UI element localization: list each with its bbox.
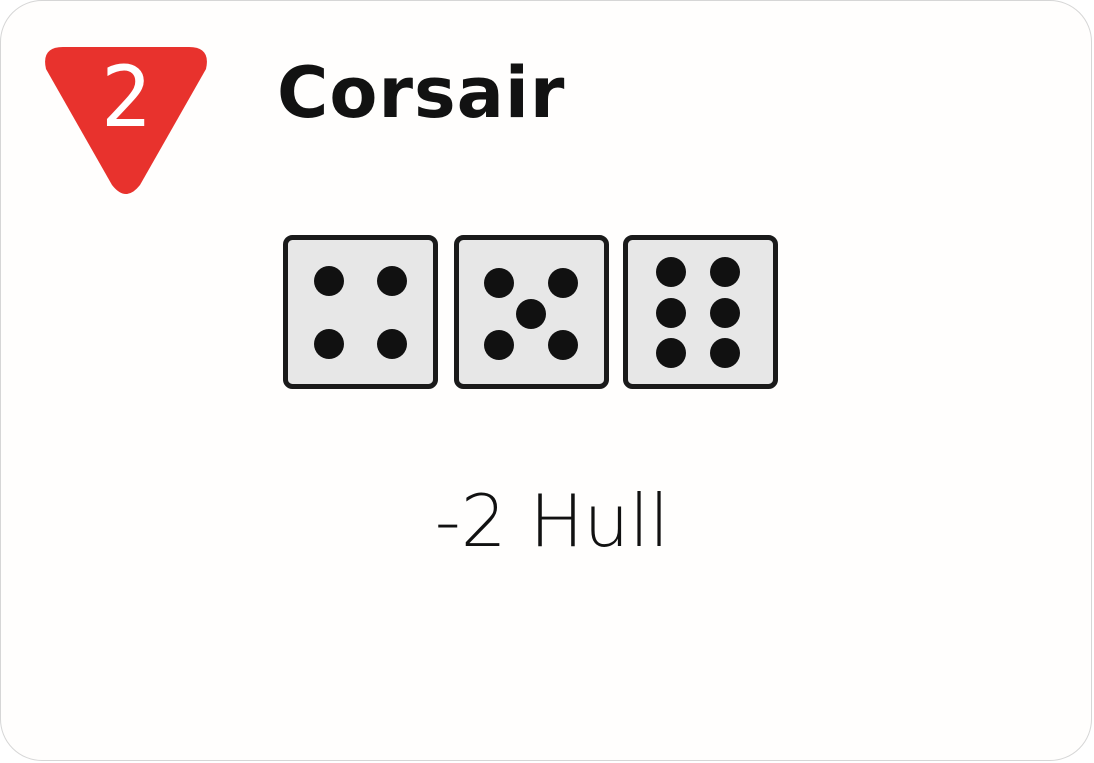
card-title: Corsair: [277, 52, 566, 134]
die-six-icon: [623, 235, 778, 389]
dice-row: [283, 235, 783, 391]
die-six: [623, 235, 778, 389]
level-badge: 2: [41, 45, 211, 201]
effect-text: -2 Hull: [434, 479, 670, 563]
die-five-icon: [454, 235, 609, 389]
die-five: [454, 235, 609, 389]
game-card: 2 Corsair -2 Hull: [0, 0, 1092, 761]
badge-number: 2: [100, 48, 152, 146]
die-four-icon: [283, 235, 438, 389]
die-four: [283, 235, 438, 389]
